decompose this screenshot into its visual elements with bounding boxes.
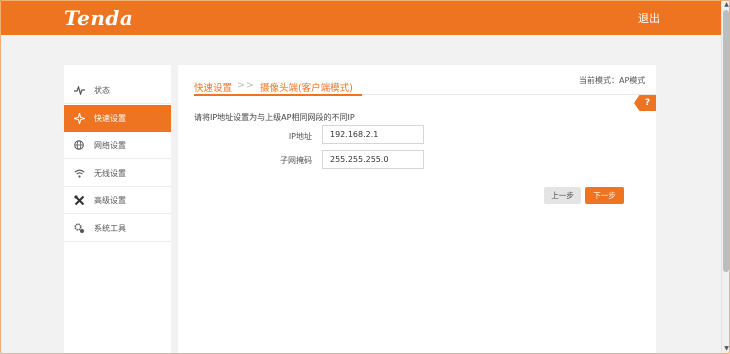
sidebar-item-label: 快速设置 bbox=[94, 114, 126, 123]
globe-icon bbox=[64, 140, 94, 150]
breadcrumb-quick-setup[interactable]: 快速设置 bbox=[194, 80, 232, 94]
breadcrumb-current: 摄像头端(客户端模式) bbox=[259, 83, 353, 94]
subnet-mask-input[interactable]: 255.255.255.0 bbox=[322, 150, 424, 169]
scrollbar[interactable]: ▲ ▼ bbox=[721, 0, 730, 354]
scrollbar-thumb[interactable] bbox=[723, 10, 729, 272]
next-step-button[interactable]: 下一步 bbox=[585, 187, 624, 204]
tenda-logo: Tenda bbox=[64, 6, 134, 30]
sidebar-item-network[interactable]: 网络设置 bbox=[64, 132, 171, 159]
gears-icon bbox=[64, 222, 94, 234]
breadcrumb-separator: >> bbox=[237, 80, 255, 91]
instruction-text: 请将IP地址设置为与上级AP相同网段的不同IP bbox=[194, 113, 355, 122]
current-mode: 当前模式：AP模式 bbox=[579, 76, 646, 85]
sidebar-item-system-tools[interactable]: 系统工具 bbox=[64, 215, 171, 242]
breadcrumb-underline bbox=[194, 94, 362, 96]
breadcrumb: 快速设置 >> 摄像头端(客户端模式) bbox=[194, 80, 353, 94]
sidebar-item-label: 系统工具 bbox=[94, 223, 126, 233]
scroll-down-arrow-icon[interactable]: ▼ bbox=[723, 345, 730, 353]
top-bar: Tenda 退出 bbox=[0, 0, 721, 35]
star-icon bbox=[64, 113, 94, 124]
sidebar-item-label: 状态 bbox=[94, 85, 110, 95]
sidebar-item-label: 高级设置 bbox=[94, 195, 126, 205]
sidebar-item-label: 无线设置 bbox=[94, 168, 126, 178]
pulse-icon bbox=[64, 85, 94, 95]
sidebar-item-label: 网络设置 bbox=[94, 140, 126, 150]
sidebar-item-status[interactable]: 状态 bbox=[64, 77, 171, 104]
ip-address-input[interactable]: 192.168.2.1 bbox=[322, 125, 424, 144]
logout-link[interactable]: 退出 bbox=[638, 10, 660, 26]
sidebar-item-advanced[interactable]: 高级设置 bbox=[64, 187, 171, 214]
sidebar-item-wireless[interactable]: 无线设置 bbox=[64, 160, 171, 187]
previous-step-button[interactable]: 上一步 bbox=[544, 187, 581, 204]
sidebar-item-quick-setup[interactable]: 快速设置 bbox=[64, 105, 171, 132]
scroll-up-arrow-icon[interactable]: ▲ bbox=[723, 1, 730, 9]
question-icon: ? bbox=[644, 98, 651, 108]
sidebar-menu: 状态 快速设置 网络设置 无线设置 高级设置 系统工具 bbox=[64, 65, 171, 354]
subnet-mask-label: 子网掩码 bbox=[280, 156, 312, 165]
wifi-icon bbox=[64, 169, 94, 178]
main-panel: 快速设置 >> 摄像头端(客户端模式) 当前模式：AP模式 请将IP地址设置为与… bbox=[178, 65, 656, 354]
ip-address-label: IP地址 bbox=[288, 132, 312, 141]
tools-icon bbox=[64, 194, 94, 206]
